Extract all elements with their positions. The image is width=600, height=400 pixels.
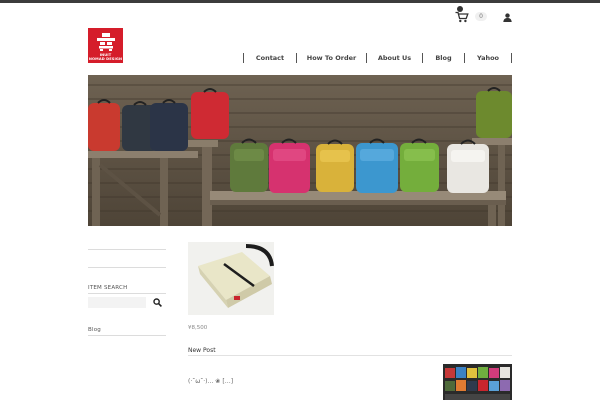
nav-yahoo[interactable]: Yahoo	[464, 53, 511, 63]
main-nav: Contact How To Order About Us Blog Yahoo	[243, 53, 512, 64]
hero-banner	[88, 75, 512, 226]
nav-about-us[interactable]: About Us	[366, 53, 422, 63]
site-logo[interactable]: INUIT NOMAD DESIGN	[88, 28, 123, 63]
nav-blog[interactable]: Blog	[422, 53, 464, 63]
cart-link[interactable]	[455, 5, 469, 23]
post-excerpt-link[interactable]: (·˘ω˘·)… ❀ […]	[188, 378, 233, 385]
sidebar-divider	[88, 249, 166, 250]
new-post-heading: New Post	[188, 347, 216, 354]
item-search-heading: ITEM SEARCH	[88, 285, 128, 291]
top-bar	[0, 0, 600, 3]
user-icon	[503, 13, 512, 22]
inuksuk-logo-icon	[96, 33, 115, 51]
item-search-input[interactable]	[88, 297, 146, 308]
sidebar-divider	[88, 335, 166, 336]
logo-text-line2: NOMAD DESIGN	[88, 57, 123, 61]
backpacks-on-bench-image	[88, 75, 512, 226]
nav-divider	[511, 53, 512, 63]
item-search-form	[88, 297, 166, 308]
colorful-bags-display-image	[443, 364, 512, 400]
cart-icon	[455, 11, 469, 22]
post-thumbnail[interactable]	[443, 364, 512, 400]
header-utility: 0	[455, 5, 512, 26]
cart-count: 0	[475, 12, 487, 21]
sidebar: ITEM SEARCH Blog	[88, 240, 166, 336]
sidebar-divider	[88, 293, 166, 294]
blog-heading: Blog	[88, 327, 101, 333]
sidebar-divider	[88, 267, 166, 268]
nav-contact[interactable]: Contact	[243, 53, 296, 63]
item-search-button[interactable]	[149, 297, 165, 308]
new-post-divider	[188, 355, 512, 356]
product-price: ¥8,500	[188, 325, 208, 331]
product-thumbnail[interactable]	[188, 242, 274, 315]
search-icon	[152, 298, 162, 307]
nav-how-to-order[interactable]: How To Order	[296, 53, 366, 63]
shoulder-bag-image	[188, 242, 274, 315]
cart-badge	[457, 5, 464, 12]
account-link[interactable]	[503, 7, 512, 26]
